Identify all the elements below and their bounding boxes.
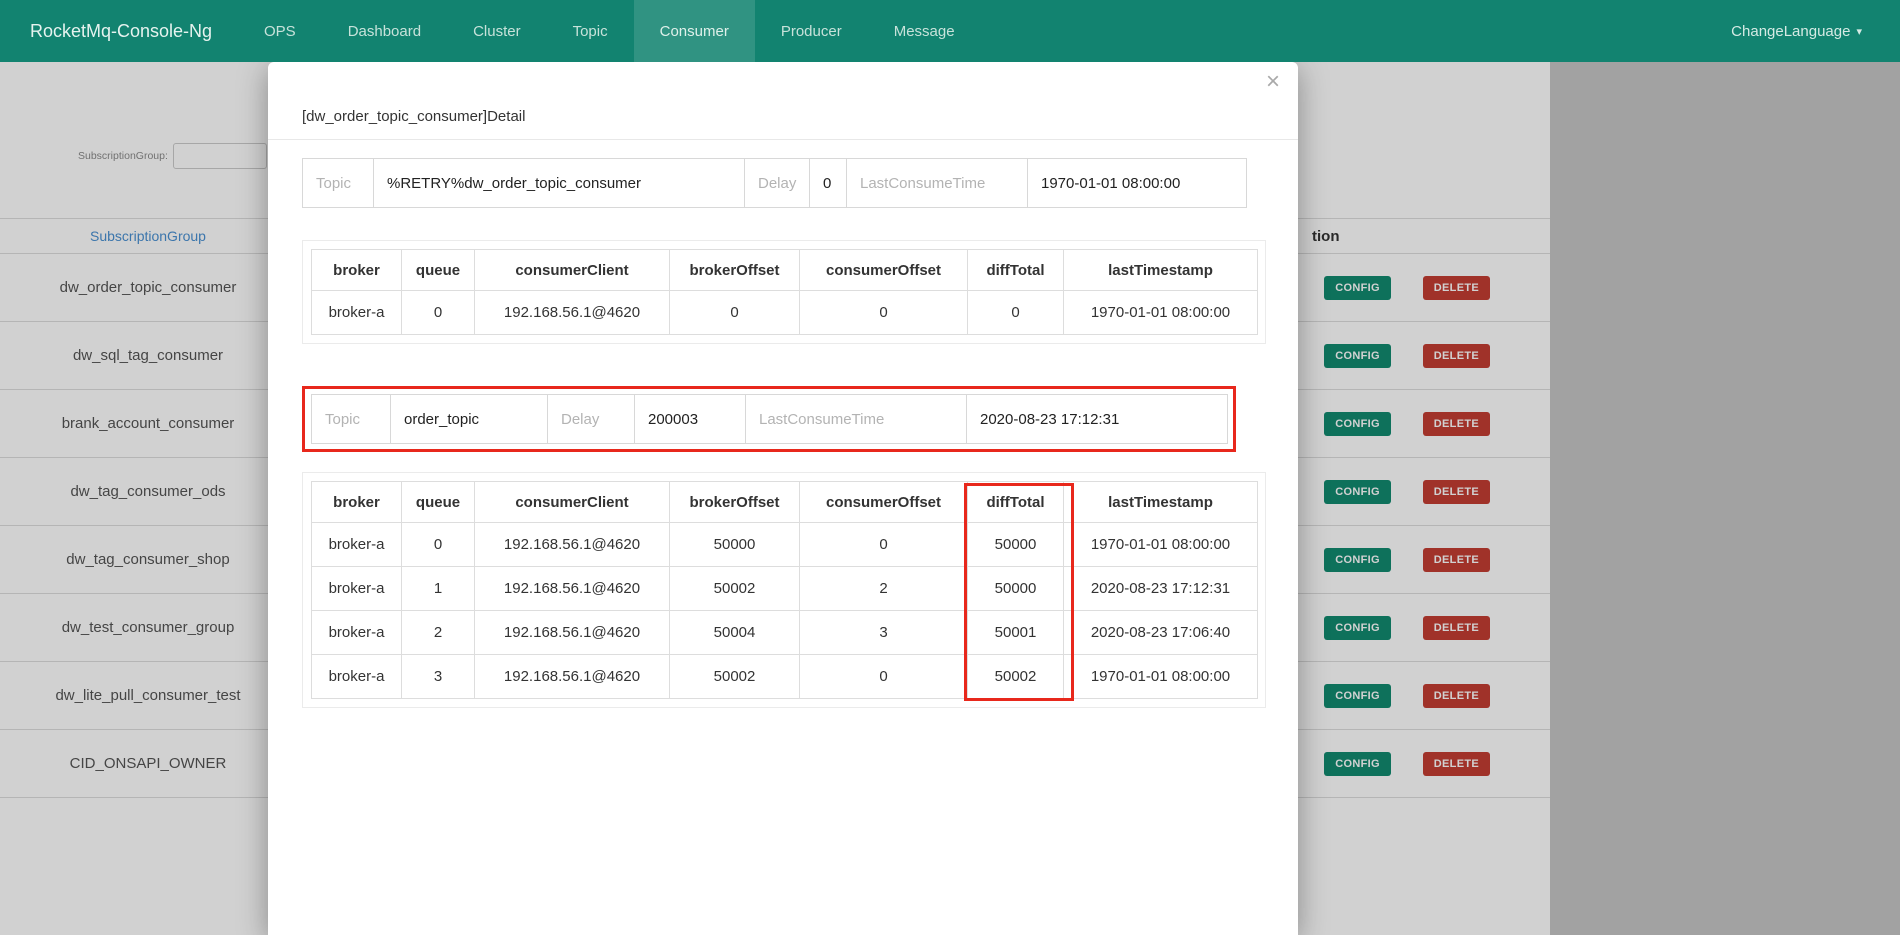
table-header-row: broker queue consumerClient brokerOffset… xyxy=(312,482,1258,523)
last-consume-time-value: 2020-08-23 17:12:31 xyxy=(966,394,1228,444)
table-row: broker-a 0 192.168.56.1@4620 50000 0 500… xyxy=(312,523,1258,567)
consumer-client-link[interactable]: 192.168.56.1@4620 xyxy=(475,523,670,567)
consumer-client-link[interactable]: 192.168.56.1@4620 xyxy=(475,611,670,655)
cell-consumer-offset: 2 xyxy=(800,567,968,611)
delay-value: 200003 xyxy=(634,394,746,444)
nav-item-topic[interactable]: Topic xyxy=(547,0,634,62)
col-header-last-timestamp: lastTimestamp xyxy=(1064,482,1258,523)
cell-broker-offset: 50002 xyxy=(670,655,800,699)
consumer-client-link[interactable]: 192.168.56.1@4620 xyxy=(475,655,670,699)
col-header-last-timestamp: lastTimestamp xyxy=(1064,250,1258,291)
order-topic-offset-table: broker queue consumerClient brokerOffset… xyxy=(311,481,1258,699)
cell-diff-total: 0 xyxy=(968,291,1064,335)
cell-broker-offset: 0 xyxy=(670,291,800,335)
delay-label: Delay xyxy=(744,158,810,208)
col-header-consumer-offset: consumerOffset xyxy=(800,250,968,291)
col-header-broker: broker xyxy=(312,250,402,291)
cell-last-timestamp: 1970-01-01 08:00:00 xyxy=(1064,291,1258,335)
cell-queue: 0 xyxy=(402,291,475,335)
cell-queue: 2 xyxy=(402,611,475,655)
cell-queue: 0 xyxy=(402,523,475,567)
cell-consumer-offset: 0 xyxy=(800,655,968,699)
col-header-diff-total: diffTotal xyxy=(968,250,1064,291)
cell-queue: 3 xyxy=(402,655,475,699)
last-consume-time-label: LastConsumeTime xyxy=(846,158,1028,208)
delay-value: 0 xyxy=(809,158,847,208)
navbar: RocketMq-Console-Ng OPS Dashboard Cluste… xyxy=(0,0,1900,62)
table-row: broker-a 2 192.168.56.1@4620 50004 3 500… xyxy=(312,611,1258,655)
nav-item-cluster[interactable]: Cluster xyxy=(447,0,547,62)
last-consume-time-value: 1970-01-01 08:00:00 xyxy=(1027,158,1247,208)
col-header-queue: queue xyxy=(402,482,475,523)
change-language-menu[interactable]: ChangeLanguage ▾ xyxy=(1731,23,1862,40)
screen: SubscriptionGroup: SubscriptionGroup tio… xyxy=(0,0,1900,935)
table-header-row: broker queue consumerClient brokerOffset… xyxy=(312,250,1258,291)
cell-queue: 1 xyxy=(402,567,475,611)
retry-topic-info: Topic %RETRY%dw_order_topic_consumer Del… xyxy=(302,158,1264,208)
cell-diff-total: 50001 xyxy=(968,611,1064,655)
cell-consumer-offset: 0 xyxy=(800,291,968,335)
delay-label: Delay xyxy=(547,394,635,444)
cell-broker: broker-a xyxy=(312,291,402,335)
nav-items: OPS Dashboard Cluster Topic Consumer Pro… xyxy=(238,0,981,62)
cell-broker-offset: 50004 xyxy=(670,611,800,655)
cell-last-timestamp: 1970-01-01 08:00:00 xyxy=(1064,523,1258,567)
cell-broker: broker-a xyxy=(312,523,402,567)
col-header-diff-total: diffTotal xyxy=(968,482,1064,523)
nav-item-consumer[interactable]: Consumer xyxy=(634,0,755,62)
nav-item-ops[interactable]: OPS xyxy=(238,0,322,62)
topic-label: Topic xyxy=(311,394,391,444)
topic-row-annotation: Topic order_topic Delay 200003 LastConsu… xyxy=(302,386,1236,452)
cell-diff-total: 50002 xyxy=(968,655,1064,699)
modal-body: Topic %RETRY%dw_order_topic_consumer Del… xyxy=(268,140,1298,726)
nav-item-dashboard[interactable]: Dashboard xyxy=(322,0,447,62)
col-header-broker-offset: brokerOffset xyxy=(670,482,800,523)
topic-value: order_topic xyxy=(390,394,548,444)
last-consume-time-label: LastConsumeTime xyxy=(745,394,967,444)
cell-broker: broker-a xyxy=(312,655,402,699)
table-row: broker-a 0 192.168.56.1@4620 0 0 0 1970-… xyxy=(312,291,1258,335)
col-header-broker-offset: brokerOffset xyxy=(670,250,800,291)
col-header-queue: queue xyxy=(402,250,475,291)
topic-label: Topic xyxy=(302,158,374,208)
order-topic-table-panel: broker queue consumerClient brokerOffset… xyxy=(302,472,1266,708)
retry-topic-offset-table: broker queue consumerClient brokerOffset… xyxy=(311,249,1258,335)
cell-diff-total: 50000 xyxy=(968,523,1064,567)
cell-broker-offset: 50002 xyxy=(670,567,800,611)
col-header-consumer-offset: consumerOffset xyxy=(800,482,968,523)
cell-diff-total: 50000 xyxy=(968,567,1064,611)
brand-logo[interactable]: RocketMq-Console-Ng xyxy=(30,21,238,42)
consumer-detail-modal: × [dw_order_topic_consumer]Detail Topic … xyxy=(268,62,1298,935)
cell-last-timestamp: 1970-01-01 08:00:00 xyxy=(1064,655,1258,699)
cell-broker-offset: 50000 xyxy=(670,523,800,567)
modal-header: [dw_order_topic_consumer]Detail xyxy=(268,62,1298,140)
cell-broker: broker-a xyxy=(312,567,402,611)
consumer-client-link[interactable]: 192.168.56.1@4620 xyxy=(475,291,670,335)
table-row: broker-a 3 192.168.56.1@4620 50002 0 500… xyxy=(312,655,1258,699)
cell-consumer-offset: 0 xyxy=(800,523,968,567)
cell-last-timestamp: 2020-08-23 17:06:40 xyxy=(1064,611,1258,655)
modal-title: [dw_order_topic_consumer]Detail xyxy=(302,108,525,125)
topic-value: %RETRY%dw_order_topic_consumer xyxy=(373,158,745,208)
table-row: broker-a 1 192.168.56.1@4620 50002 2 500… xyxy=(312,567,1258,611)
consumer-client-link[interactable]: 192.168.56.1@4620 xyxy=(475,567,670,611)
caret-down-icon: ▾ xyxy=(1856,25,1862,38)
close-icon[interactable]: × xyxy=(1262,66,1284,98)
change-language-label: ChangeLanguage xyxy=(1731,23,1850,40)
nav-item-message[interactable]: Message xyxy=(868,0,981,62)
col-header-consumer-client: consumerClient xyxy=(475,482,670,523)
retry-topic-table-panel: broker queue consumerClient brokerOffset… xyxy=(302,240,1266,344)
cell-broker: broker-a xyxy=(312,611,402,655)
col-header-consumer-client: consumerClient xyxy=(475,250,670,291)
cell-consumer-offset: 3 xyxy=(800,611,968,655)
col-header-broker: broker xyxy=(312,482,402,523)
order-topic-info: Topic order_topic Delay 200003 LastConsu… xyxy=(311,394,1227,444)
cell-last-timestamp: 2020-08-23 17:12:31 xyxy=(1064,567,1258,611)
nav-item-producer[interactable]: Producer xyxy=(755,0,868,62)
